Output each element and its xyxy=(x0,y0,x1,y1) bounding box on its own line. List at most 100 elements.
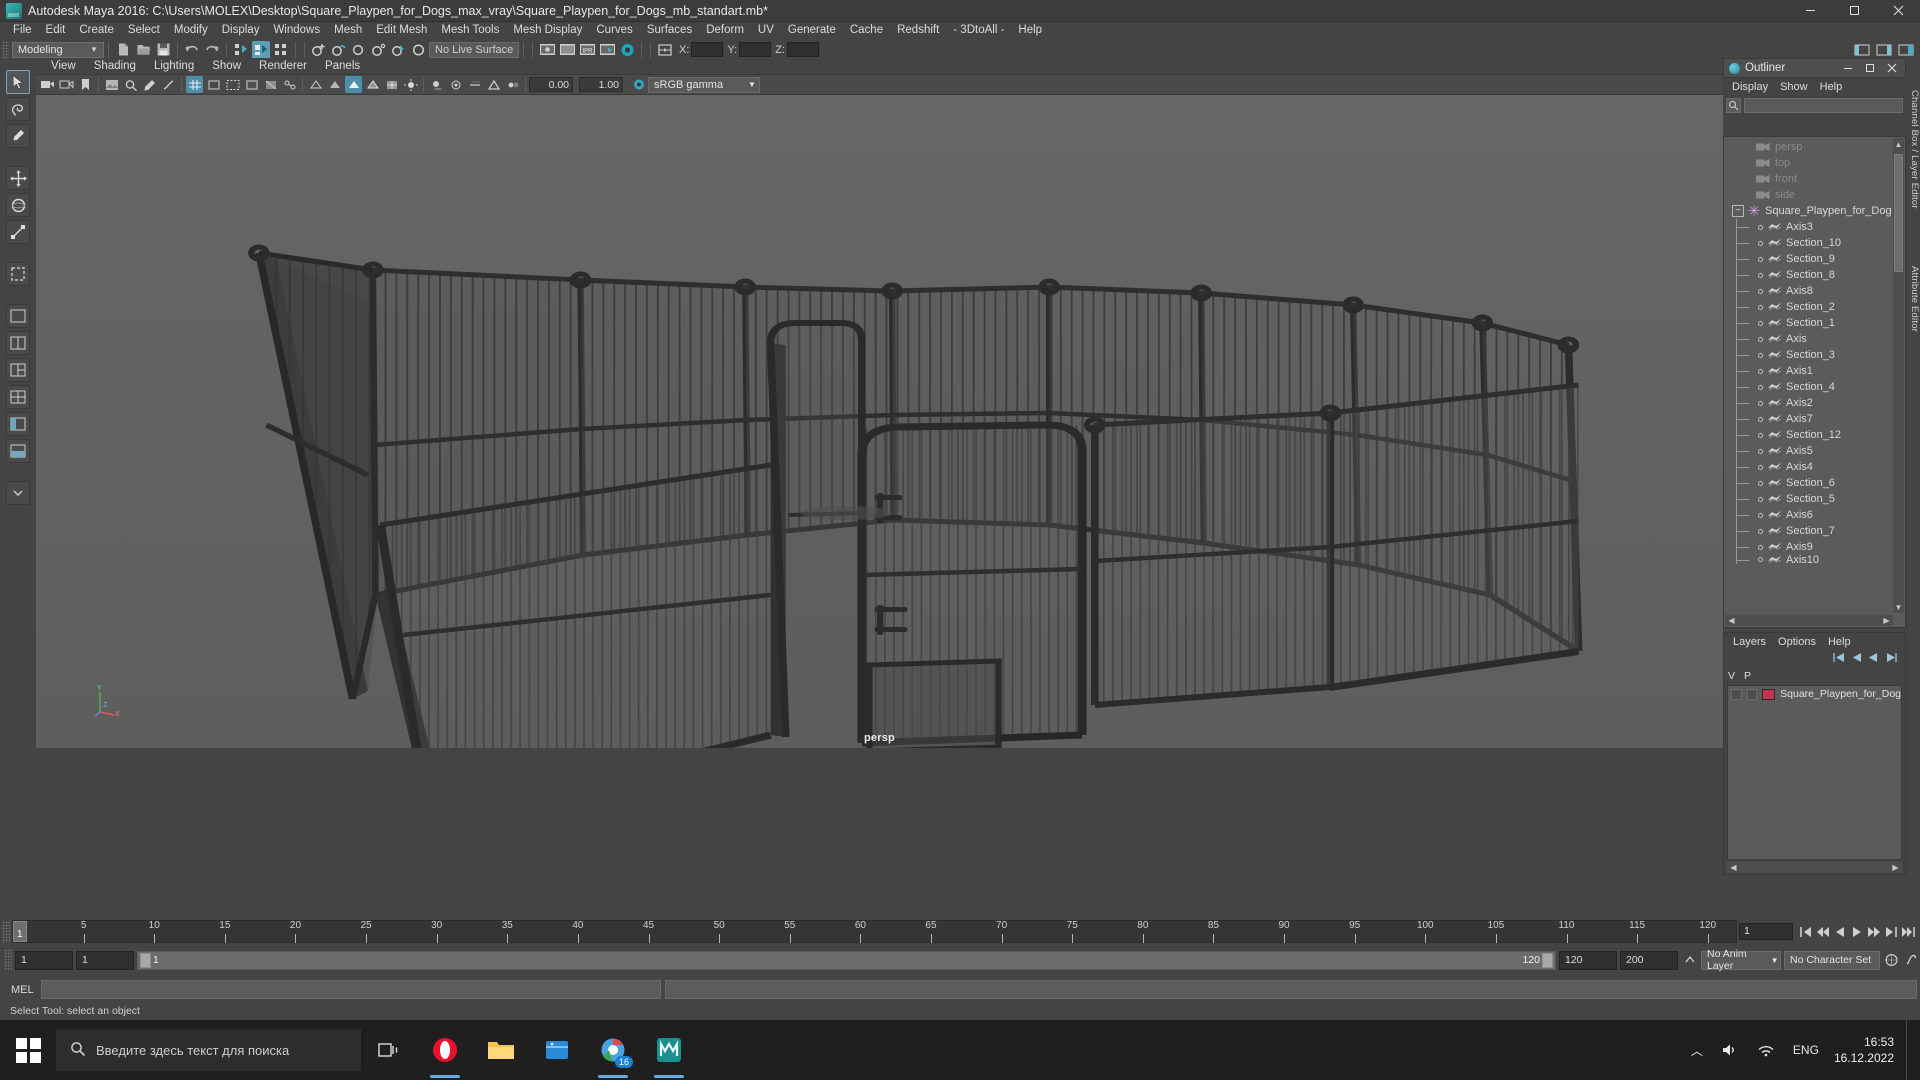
viewport-menu-renderer[interactable]: Renderer xyxy=(250,60,316,72)
layout-four-pane-icon[interactable] xyxy=(6,385,30,409)
layer-visibility-checkbox[interactable] xyxy=(1731,688,1742,700)
use-all-lights-icon[interactable] xyxy=(402,76,419,93)
paint-effects-icon[interactable] xyxy=(160,76,177,93)
menu-item-mesh-display[interactable]: Mesh Display xyxy=(506,22,589,39)
select-hierarchy-icon[interactable] xyxy=(232,41,250,59)
layout-outliner-persp-icon[interactable] xyxy=(6,412,30,436)
coord-y-field[interactable] xyxy=(739,42,772,57)
step-back-icon[interactable] xyxy=(1814,922,1831,941)
smooth-shade-all-icon[interactable] xyxy=(326,76,343,93)
outliner-item-child[interactable]: Section_9 xyxy=(1728,251,1891,267)
outliner-item-root-group[interactable]: − ✳ Square_Playpen_for_Dogs_n xyxy=(1728,203,1891,219)
outliner-item-child[interactable]: Axis5 xyxy=(1728,443,1891,459)
layers-menu-options[interactable]: Options xyxy=(1772,636,1822,648)
auto-key-icon[interactable] xyxy=(1883,951,1900,970)
scroll-right-arrow-icon[interactable]: ▶ xyxy=(1890,863,1901,872)
smooth-shade-selected-icon[interactable] xyxy=(345,76,362,93)
layer-row[interactable]: Square_Playpen_for_Dog xyxy=(1728,686,1901,702)
outliner-item-child[interactable]: Axis1 xyxy=(1728,363,1891,379)
outliner-item-camera-top[interactable]: top xyxy=(1728,155,1891,171)
outliner-item-child[interactable]: Section_2 xyxy=(1728,299,1891,315)
rotate-tool-icon[interactable] xyxy=(6,193,30,217)
taskbar-search-box[interactable]: Введите здесь текст для поиска xyxy=(56,1029,361,1071)
outliner-item-child[interactable]: Section_4 xyxy=(1728,379,1891,395)
go-to-start-icon[interactable] xyxy=(1797,922,1814,941)
outliner-menu-show[interactable]: Show xyxy=(1774,81,1814,93)
show-desktop-button[interactable] xyxy=(1906,1020,1914,1080)
outliner-item-child[interactable]: Axis7 xyxy=(1728,411,1891,427)
language-indicator[interactable]: ENG xyxy=(1784,1020,1828,1080)
range-grip[interactable] xyxy=(4,949,12,971)
open-scene-icon[interactable] xyxy=(134,41,152,59)
tab-channel-box-layer-editor[interactable]: Channel Box / Layer Editor xyxy=(1906,64,1920,234)
outliner-item-child[interactable]: Axis9 xyxy=(1728,539,1891,555)
scale-tool-icon[interactable] xyxy=(6,220,30,244)
show-hide-attribute-editor-icon[interactable] xyxy=(1875,41,1893,59)
menu-item-generate[interactable]: Generate xyxy=(781,22,843,39)
depth-of-field-icon[interactable] xyxy=(504,76,521,93)
move-tool-icon[interactable] xyxy=(6,166,30,190)
layout-hypershade-icon[interactable] xyxy=(6,439,30,463)
show-hide-modeling-toolkit-icon[interactable] xyxy=(1853,41,1871,59)
camera-attributes-icon[interactable] xyxy=(58,76,75,93)
outliner-horizontal-scrollbar[interactable]: ◀ ▶ xyxy=(1725,615,1893,626)
viewport-menu-panels[interactable]: Panels xyxy=(316,60,369,72)
taskbar-app-opera[interactable] xyxy=(417,1020,473,1080)
render-region-icon[interactable] xyxy=(598,41,616,59)
snap-to-curve-icon[interactable] xyxy=(330,41,348,59)
go-to-range-end-icon[interactable] xyxy=(1899,922,1916,941)
grease-pencil-icon[interactable] xyxy=(141,76,158,93)
range-left-handle[interactable] xyxy=(140,952,151,968)
show-hidden-icons-button[interactable]: ︿ xyxy=(1682,1020,1712,1080)
snap-to-view-plane-icon[interactable] xyxy=(390,41,408,59)
minimize-button[interactable] xyxy=(1788,0,1832,22)
ipr-render-icon[interactable] xyxy=(558,41,576,59)
snap-to-projected-center-icon[interactable] xyxy=(370,41,388,59)
range-end-field[interactable]: 200 xyxy=(1620,950,1678,970)
outliner-close-button[interactable] xyxy=(1881,59,1903,77)
multisample-aa-icon[interactable] xyxy=(485,76,502,93)
viewport-menu-lighting[interactable]: Lighting xyxy=(145,60,203,72)
layout-two-pane-icon[interactable] xyxy=(6,331,30,355)
outliner-tree[interactable]: persp top front side − ✳ Square_Playpen_… xyxy=(1723,136,1906,628)
live-surface-field[interactable]: No Live Surface xyxy=(429,41,519,58)
last-tool-icon[interactable] xyxy=(6,262,30,286)
start-button[interactable] xyxy=(0,1020,56,1080)
character-set-selector[interactable]: No Character Set xyxy=(1784,950,1880,970)
layer-new-icon[interactable] xyxy=(1833,652,1846,666)
color-management-icon[interactable] xyxy=(630,76,647,93)
exposure-field[interactable]: 0.00 xyxy=(529,77,573,92)
outliner-item-child[interactable]: Section_7 xyxy=(1728,523,1891,539)
undo-icon[interactable] xyxy=(183,41,201,59)
gamma-field[interactable]: 1.00 xyxy=(579,77,623,92)
playback-start-field[interactable]: 1 xyxy=(76,950,134,970)
menu-item-uv[interactable]: UV xyxy=(751,22,781,39)
snap-to-grid-icon[interactable] xyxy=(310,41,328,59)
outliner-item-child[interactable]: Axis6 xyxy=(1728,507,1891,523)
menu-item-windows[interactable]: Windows xyxy=(266,22,327,39)
layer-horizontal-scrollbar[interactable]: ◀ ▶ xyxy=(1727,862,1902,873)
outliner-item-child[interactable]: Section_8 xyxy=(1728,267,1891,283)
scroll-down-arrow-icon[interactable]: ▼ xyxy=(1893,601,1904,613)
scroll-right-arrow-icon[interactable]: ▶ xyxy=(1881,616,1892,625)
menu-item-3dtoall[interactable]: - 3DtoAll - xyxy=(946,22,1011,39)
play-backwards-icon[interactable] xyxy=(1831,922,1848,941)
layout-three-pane-icon[interactable] xyxy=(6,358,30,382)
taskbar-app-maya[interactable] xyxy=(641,1020,697,1080)
layer-color-swatch[interactable] xyxy=(1762,688,1776,700)
scroll-up-arrow-icon[interactable]: ▲ xyxy=(1893,138,1904,150)
menu-item-select[interactable]: Select xyxy=(121,22,167,39)
menu-set-selector[interactable]: Modeling ▼ xyxy=(12,41,104,58)
grid-toggle-icon[interactable] xyxy=(186,76,203,93)
render-view-icon[interactable] xyxy=(538,41,556,59)
film-gate-icon[interactable] xyxy=(205,76,222,93)
select-camera-icon[interactable] xyxy=(39,76,56,93)
toolbar-grip[interactable] xyxy=(2,40,9,59)
taskbar-app-browser[interactable]: 16 xyxy=(585,1020,641,1080)
range-start-field[interactable]: 1 xyxy=(15,950,73,970)
menu-item-modify[interactable]: Modify xyxy=(167,22,215,39)
outliner-search-input[interactable] xyxy=(1744,97,1903,113)
menu-item-edit-mesh[interactable]: Edit Mesh xyxy=(369,22,434,39)
timeline-grip[interactable] xyxy=(2,920,10,943)
outliner-item-child[interactable]: Section_5 xyxy=(1728,491,1891,507)
